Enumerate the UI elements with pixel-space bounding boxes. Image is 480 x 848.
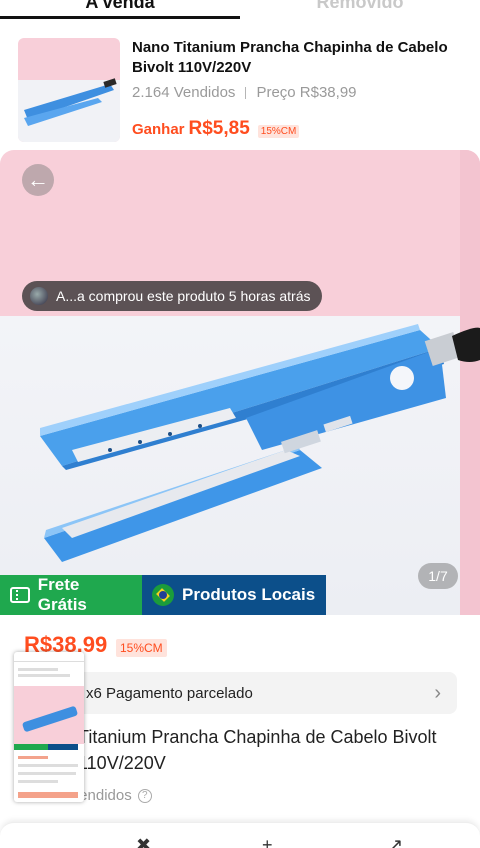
bottom-action-bar: ✖ + ↗: [0, 822, 480, 848]
flat-iron-thumbnail-image: [24, 78, 117, 126]
earn-row: Ganhar R$5,85 15%CM: [132, 118, 300, 140]
shipping-banners: Frete Grátis Produtos Locais: [0, 575, 326, 615]
scan-icon[interactable]: ✖: [136, 835, 151, 848]
back-button[interactable]: ←: [22, 164, 54, 196]
installments-label: x6 Pagamento parcelado: [86, 684, 253, 702]
detail-title: Titanium Prancha Chapinha de Cabelo Bivo…: [78, 727, 437, 773]
arrow-left-icon: ←: [27, 167, 49, 192]
product-thumbnail[interactable]: [18, 38, 120, 142]
product-image-gallery[interactable]: ← A...a comprou este produto 5 horas atr…: [0, 150, 480, 615]
local-products-badge: Produtos Locais: [142, 575, 326, 615]
help-icon[interactable]: ?: [137, 788, 152, 803]
detail-commission-badge: 15%CM: [116, 639, 167, 657]
sold-count: 2.164 Vendidos: [132, 84, 236, 101]
image-counter: 1/7: [418, 563, 458, 589]
chevron-right-icon: ›: [434, 681, 441, 704]
free-shipping-label: Frete Grátis: [37, 575, 87, 614]
ticket-icon: [10, 587, 30, 603]
recent-purchase-notice: A...a comprou este produto 5 horas atrás: [22, 281, 323, 311]
tab-removed[interactable]: Removido: [240, 0, 480, 20]
floating-preview-window[interactable]: [14, 652, 84, 802]
commission-badge: 15%CM: [257, 125, 300, 138]
flat-iron-image: [40, 324, 480, 562]
recent-purchase-text: A...a comprou este produto 5 horas atrás: [56, 288, 311, 304]
share-icon[interactable]: ↗: [388, 835, 403, 848]
product-meta: 2.164 Vendidos Preço R$38,99: [132, 84, 357, 101]
earn-amount: R$5,85: [188, 118, 250, 139]
free-shipping-badge: Frete Grátis: [0, 575, 142, 615]
add-icon[interactable]: +: [262, 835, 273, 848]
local-products-label: Produtos Locais: [182, 585, 316, 604]
product-title[interactable]: Nano Titanium Prancha Chapinha de Cabelo…: [132, 38, 462, 78]
brazil-flag-icon: [152, 584, 174, 606]
avatar: [30, 287, 48, 305]
price-text: Preço R$38,99: [256, 84, 357, 101]
tab-underline: [0, 16, 240, 19]
product-card[interactable]: Nano Titanium Prancha Chapinha de Cabelo…: [0, 36, 480, 148]
installments-row[interactable]: x6 Pagamento parcelado ›: [20, 672, 457, 714]
earn-label: Ganhar: [132, 121, 185, 138]
